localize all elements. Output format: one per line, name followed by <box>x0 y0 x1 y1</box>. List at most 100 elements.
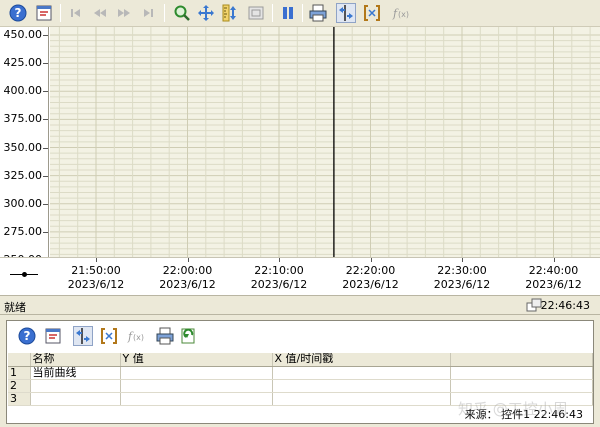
column-header-x-value[interactable]: X 值/时间戳 <box>272 353 451 367</box>
table-row[interactable]: 2 <box>8 379 593 393</box>
cell-y-value[interactable] <box>120 392 273 406</box>
y-axis: 450.00 425.00 400.00 375.00 350.00 325.00 300.… <box>0 27 49 257</box>
table-header-row: 名称 Y 值 X 值/时间戳 <box>8 353 593 367</box>
x-tick-mark <box>370 258 372 262</box>
x-tick-date: 2023/6/12 <box>342 278 399 291</box>
chart-toolbar: ? f (x) <box>0 0 600 27</box>
help-icon: ? <box>18 327 36 345</box>
y-tick-mark <box>43 175 48 177</box>
cell-x-value[interactable] <box>272 366 451 380</box>
x-tick-time: 22:00:00 <box>162 264 213 277</box>
y-tick-mark <box>43 119 48 121</box>
previous-page-icon <box>94 9 106 17</box>
x-tick-time: 22:20:00 <box>345 264 396 277</box>
help-icon: ? <box>9 4 27 22</box>
last-page-button[interactable] <box>138 3 158 23</box>
function-icon: f (x) <box>392 7 409 20</box>
cell-y-value[interactable] <box>120 379 273 393</box>
y-tick-label: 450.00 <box>3 28 43 41</box>
y-tick-mark <box>43 203 48 205</box>
x-tick-time: 21:50:00 <box>71 264 121 277</box>
status-bar: 就绪 22:46:43 <box>0 295 600 315</box>
column-header-y-value[interactable]: Y 值 <box>120 353 273 367</box>
coordinate-bracket-icon <box>364 5 380 21</box>
panel-ruler-button[interactable] <box>73 326 93 346</box>
x-tick-date: 2023/6/12 <box>250 278 308 291</box>
y-tick-label: 425.00 <box>3 56 43 70</box>
svg-text:?: ? <box>24 329 31 343</box>
fit-button[interactable] <box>246 3 266 23</box>
ruler-icon <box>76 328 90 344</box>
zoom-button[interactable] <box>172 3 192 23</box>
edit-dialog-button[interactable] <box>34 3 54 23</box>
x-tick-label: 22:40:00 2023/6/12 <box>519 264 589 292</box>
x-tick-time: 22:30:00 <box>437 264 487 277</box>
column-header-rownum <box>8 353 31 367</box>
panel-export-button[interactable] <box>179 326 199 346</box>
y-tick-mark <box>43 63 48 65</box>
ruler-icon <box>339 5 353 21</box>
cell-name[interactable]: 当前曲线 <box>30 366 121 380</box>
panel-edit-button[interactable] <box>43 326 63 346</box>
first-page-button[interactable] <box>66 3 86 23</box>
y-tick-label: 400.00 <box>3 84 43 98</box>
row-number: 1 <box>8 366 31 380</box>
column-header-name[interactable]: 名称 <box>30 353 121 367</box>
coordinate-bracket-button[interactable] <box>362 3 382 23</box>
x-tick-time: 22:40:00 <box>528 264 579 277</box>
windows-icon[interactable] <box>526 298 542 312</box>
edit-dialog-icon <box>45 328 61 344</box>
y-tick-label: 375.00 <box>3 112 43 126</box>
cell-name[interactable] <box>30 392 121 406</box>
ruler-button[interactable] <box>336 3 356 23</box>
x-tick-mark <box>462 258 463 262</box>
toolbar-separator <box>164 4 165 22</box>
help-button[interactable]: ? <box>8 3 28 23</box>
x-tick-label: 22:20:00 2023/6/12 <box>336 264 406 292</box>
vertical-scale-button[interactable] <box>220 3 240 23</box>
y-tick-label: 325.00 <box>3 168 43 182</box>
x-tick-mark <box>553 258 555 262</box>
y-tick-mark <box>43 91 48 93</box>
panel-print-button[interactable] <box>155 326 175 346</box>
x-tick-date: 2023/6/12 <box>433 278 491 291</box>
export-icon <box>181 328 195 344</box>
next-page-button[interactable] <box>114 3 134 23</box>
plot-area[interactable] <box>50 27 600 257</box>
last-page-icon <box>144 9 153 17</box>
column-header-extra <box>450 353 593 367</box>
fit-icon <box>248 6 264 20</box>
function-icon: f (x) <box>127 330 144 343</box>
x-tick-date: 2023/6/12 <box>159 278 216 291</box>
panel-function-button[interactable]: f (x) <box>125 326 145 346</box>
status-text: 就绪 <box>4 301 26 314</box>
pause-button[interactable] <box>278 3 298 23</box>
table-row[interactable]: 1 当前曲线 <box>8 366 593 380</box>
vertical-scale-icon <box>222 4 236 22</box>
pause-icon <box>283 7 293 19</box>
panel-bracket-button[interactable] <box>99 326 119 346</box>
previous-page-button[interactable] <box>90 3 110 23</box>
cell-x-value[interactable] <box>272 392 451 406</box>
cell-x-value[interactable] <box>272 379 451 393</box>
cell-y-value[interactable] <box>120 366 273 380</box>
x-tick-date: 2023/6/12 <box>525 278 582 291</box>
y-tick-mark <box>43 35 48 36</box>
cell-extra <box>450 379 593 393</box>
function-button[interactable]: f (x) <box>390 3 410 23</box>
cell-name[interactable] <box>30 379 121 393</box>
print-button[interactable] <box>308 3 328 23</box>
y-tick-label: 300.00 <box>3 196 43 210</box>
x-tick-mark <box>279 258 280 262</box>
svg-text:(x): (x) <box>133 333 144 342</box>
pan-button[interactable] <box>196 3 216 23</box>
panel-help-button[interactable]: ? <box>17 326 37 346</box>
toolbar-separator <box>272 4 273 22</box>
zoom-icon <box>174 5 190 21</box>
first-page-icon <box>71 9 80 17</box>
plot-grid <box>50 27 600 257</box>
svg-text:(x): (x) <box>398 10 409 19</box>
status-time: 22:46:43 <box>540 299 590 312</box>
x-tick-label: 22:10:00 2023/6/12 <box>244 264 314 292</box>
next-page-icon <box>118 9 130 17</box>
